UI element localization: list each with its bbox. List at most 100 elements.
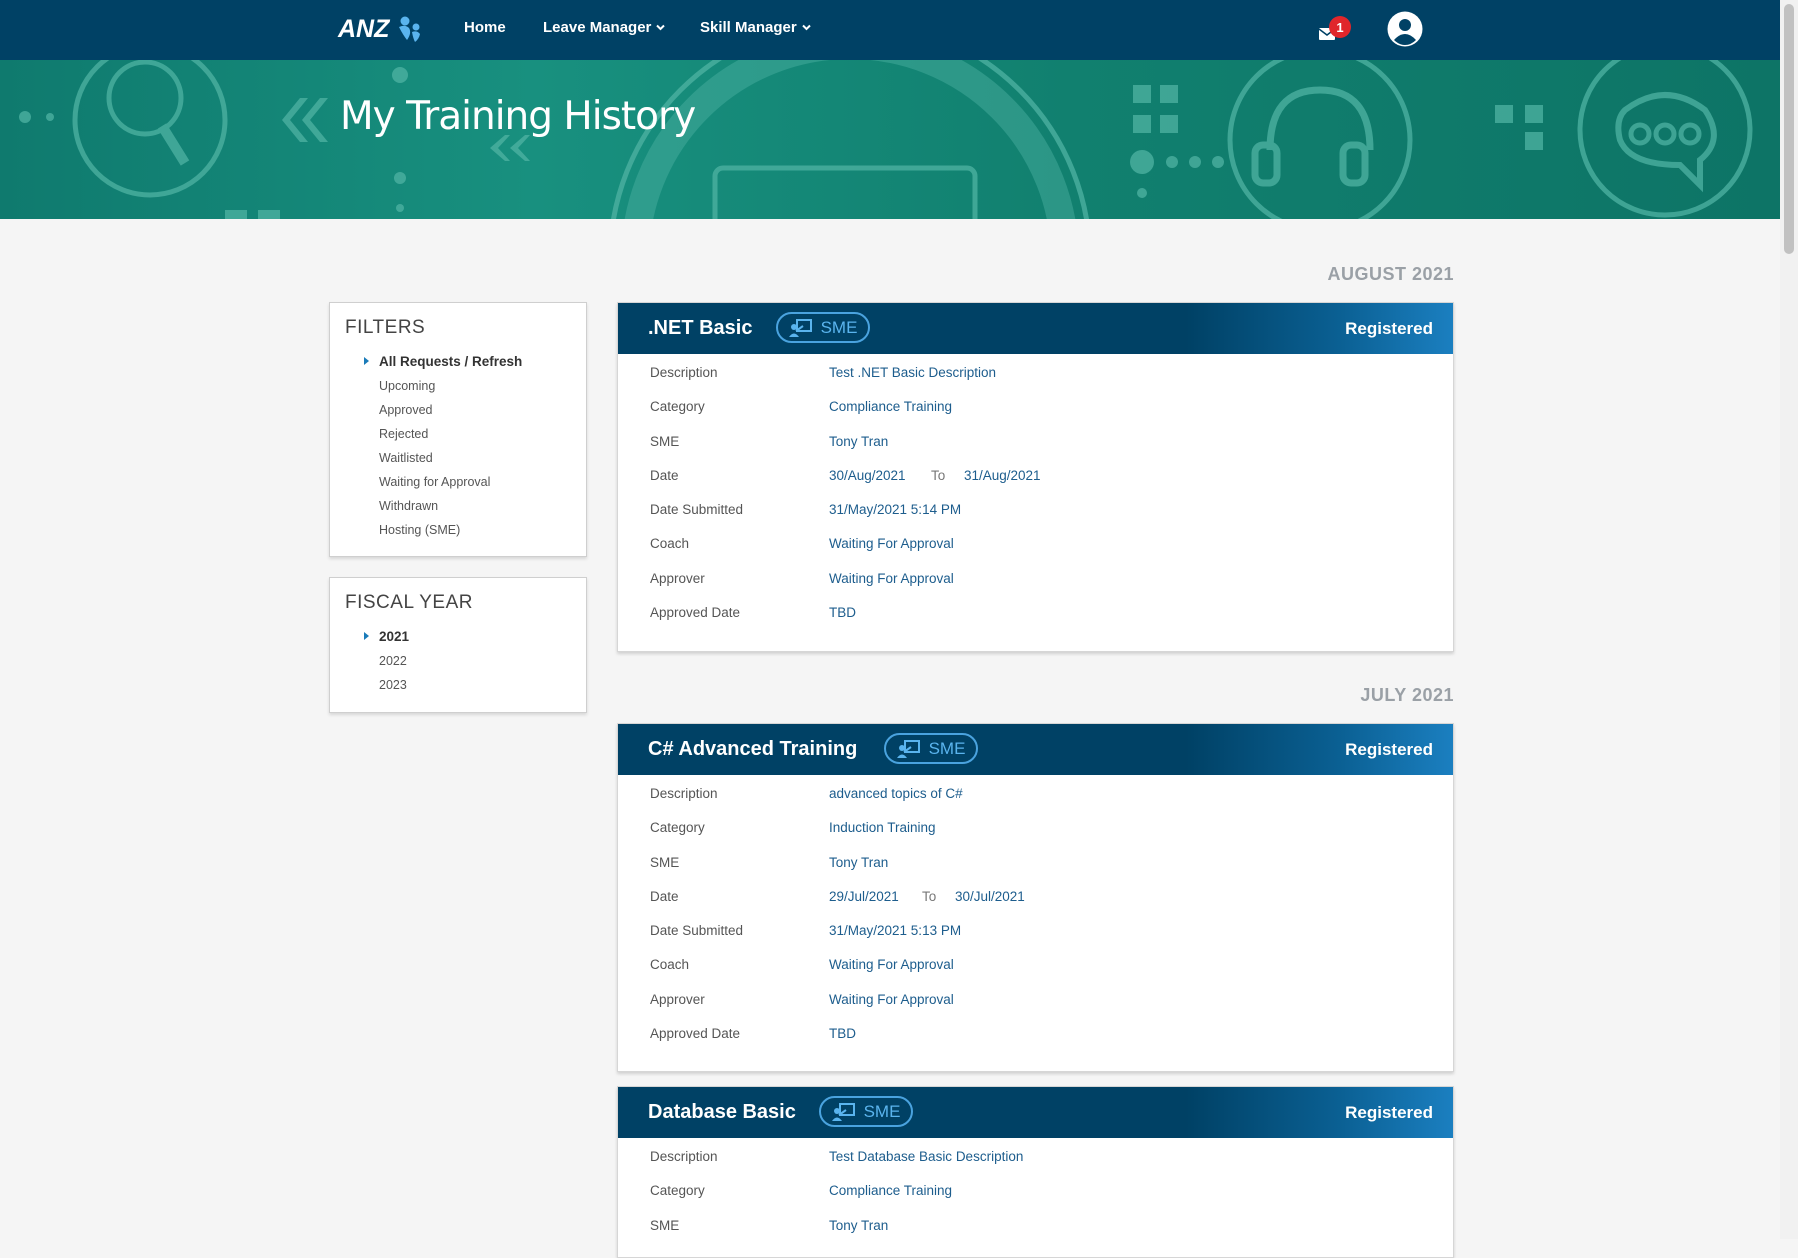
detail-value: Waiting For Approval — [829, 570, 954, 586]
detail-value: TBD — [829, 1026, 856, 1042]
detail-row-approver: Approver Waiting For Approval — [618, 992, 1453, 1026]
filter-item-waiting-for-approval[interactable]: Waiting for Approval — [330, 470, 586, 494]
detail-value: 31/May/2021 5:14 PM — [829, 502, 962, 518]
sme-badge-label: SME — [820, 317, 858, 337]
detail-row-sme: SME Tony Tran — [618, 434, 1453, 468]
scrollbar-thumb[interactable] — [1784, 4, 1794, 254]
filter-label: Waiting for Approval — [379, 475, 491, 489]
detail-row-description: Description Test Database Basic Descripti… — [618, 1149, 1453, 1183]
caret-right-icon — [364, 357, 369, 365]
sme-badge-label: SME — [863, 1101, 901, 1121]
detail-label: SME — [650, 854, 680, 870]
detail-label: SME — [650, 1217, 680, 1233]
date-from: 30/Aug/2021 — [829, 467, 906, 483]
filter-item-rejected[interactable]: Rejected — [330, 422, 586, 446]
training-card-header: Database Basic SME Registered — [618, 1087, 1453, 1138]
chevron-down-icon — [801, 23, 811, 33]
detail-label: Category — [650, 1183, 705, 1199]
detail-label: Category — [650, 820, 705, 836]
training-status: Registered — [1345, 740, 1433, 759]
notification-badge[interactable]: 1 — [1329, 16, 1351, 38]
fiscal-year-item-2021[interactable]: 2021 — [330, 624, 586, 649]
detail-value: Waiting For Approval — [829, 957, 954, 973]
detail-value: Compliance Training — [829, 1183, 953, 1199]
banner-decoration — [19, 60, 1753, 219]
detail-label: Coach — [650, 536, 690, 552]
fiscal-year-item-2023[interactable]: 2023 — [330, 673, 586, 697]
training-status: Registered — [1345, 1103, 1433, 1122]
month-heading: JULY 2021 — [1360, 685, 1454, 705]
nav-skill-manager[interactable]: Skill Manager — [700, 19, 811, 36]
detail-value: TBD — [829, 605, 856, 621]
detail-row-sme: SME Tony Tran — [618, 855, 1453, 889]
detail-label: Date Submitted — [650, 502, 744, 518]
detail-row-category: Category Induction Training — [618, 820, 1453, 854]
detail-value: 31/May/2021 5:13 PM — [829, 923, 962, 939]
detail-row-coach: Coach Waiting For Approval — [618, 536, 1453, 570]
detail-label: Date Submitted — [650, 923, 744, 939]
training-title: C# Advanced Training — [648, 738, 858, 760]
training-details: Description Test Database Basic Descripti… — [618, 1138, 1453, 1252]
page-title: My Training History — [340, 94, 696, 139]
detail-value: Tony Tran — [829, 433, 889, 449]
sme-badge-button[interactable]: SME — [884, 733, 978, 764]
filter-label: Upcoming — [379, 379, 436, 393]
detail-row-date-submitted: Date Submitted 31/May/2021 5:13 PM — [618, 923, 1453, 957]
user-avatar-icon[interactable] — [1387, 11, 1423, 47]
detail-row-sme: SME Tony Tran — [618, 1218, 1453, 1252]
page-scrollbar[interactable] — [1780, 0, 1798, 1239]
detail-row-approver: Approver Waiting For Approval — [618, 571, 1453, 605]
filter-label: All Requests / Refresh — [379, 354, 523, 369]
presenter-icon — [896, 739, 920, 758]
filters-title: FILTERS — [345, 317, 426, 338]
sme-badge-button[interactable]: SME — [819, 1096, 913, 1127]
filter-item-hosting-sme[interactable]: Hosting (SME) — [330, 518, 586, 542]
training-title: .NET Basic — [648, 317, 753, 339]
detail-row-date: Date 30/Aug/2021 To 31/Aug/2021 — [618, 468, 1453, 502]
filter-item-upcoming[interactable]: Upcoming — [330, 374, 586, 398]
detail-row-date-submitted: Date Submitted 31/May/2021 5:14 PM — [618, 502, 1453, 536]
filter-item-all-requests[interactable]: All Requests / Refresh — [330, 349, 586, 374]
presenter-icon — [788, 318, 812, 337]
detail-row-description: Description Test .NET Basic Description — [618, 365, 1453, 399]
training-card-header: C# Advanced Training SME Registered — [618, 724, 1453, 775]
detail-label: Date — [650, 888, 679, 904]
fiscal-year-item-2022[interactable]: 2022 — [330, 649, 586, 673]
detail-label: Category — [650, 399, 705, 415]
training-card: .NET Basic SME Registered Description Tes… — [617, 302, 1454, 652]
nav-leave-manager-label: Leave Manager — [543, 19, 652, 36]
presenter-icon — [831, 1102, 855, 1121]
date-to-label: To — [922, 888, 937, 904]
month-heading: AUGUST 2021 — [1327, 264, 1454, 284]
detail-label: Coach — [650, 957, 690, 973]
detail-label: Description — [650, 786, 718, 801]
detail-value: Compliance Training — [829, 399, 953, 415]
fiscal-year-label: 2021 — [379, 629, 410, 644]
filter-item-withdrawn[interactable]: Withdrawn — [330, 494, 586, 518]
detail-label: Description — [650, 365, 718, 380]
detail-label: SME — [650, 433, 680, 449]
filters-panel: FILTERS All Requests / Refresh Upcoming … — [329, 302, 587, 557]
caret-right-icon — [364, 632, 369, 640]
fiscal-year-list: 2021 2022 2023 — [330, 624, 586, 697]
nav-home[interactable]: Home — [464, 19, 506, 36]
nav-skill-manager-label: Skill Manager — [700, 19, 797, 36]
detail-row-approved-date: Approved Date TBD — [618, 605, 1453, 639]
anz-people-icon — [399, 16, 421, 42]
filter-label: Approved — [379, 403, 433, 417]
detail-label: Description — [650, 1149, 718, 1164]
filter-item-approved[interactable]: Approved — [330, 398, 586, 422]
detail-value: Waiting For Approval — [829, 536, 954, 552]
nav-leave-manager[interactable]: Leave Manager — [543, 19, 666, 36]
sme-badge-button[interactable]: SME — [776, 312, 870, 343]
filter-item-waitlisted[interactable]: Waitlisted — [330, 446, 586, 470]
anz-logo[interactable]: ANZ — [338, 13, 422, 45]
training-card: C# Advanced Training SME Registered Desc… — [617, 723, 1454, 1072]
chevron-down-icon — [656, 23, 666, 33]
training-title: Database Basic — [648, 1101, 796, 1123]
detail-value: Tony Tran — [829, 1217, 889, 1233]
detail-row-category: Category Compliance Training — [618, 399, 1453, 433]
logo-text: ANZ — [338, 14, 390, 43]
detail-value: Test .NET Basic Description — [829, 365, 997, 380]
detail-row-category: Category Compliance Training — [618, 1183, 1453, 1217]
